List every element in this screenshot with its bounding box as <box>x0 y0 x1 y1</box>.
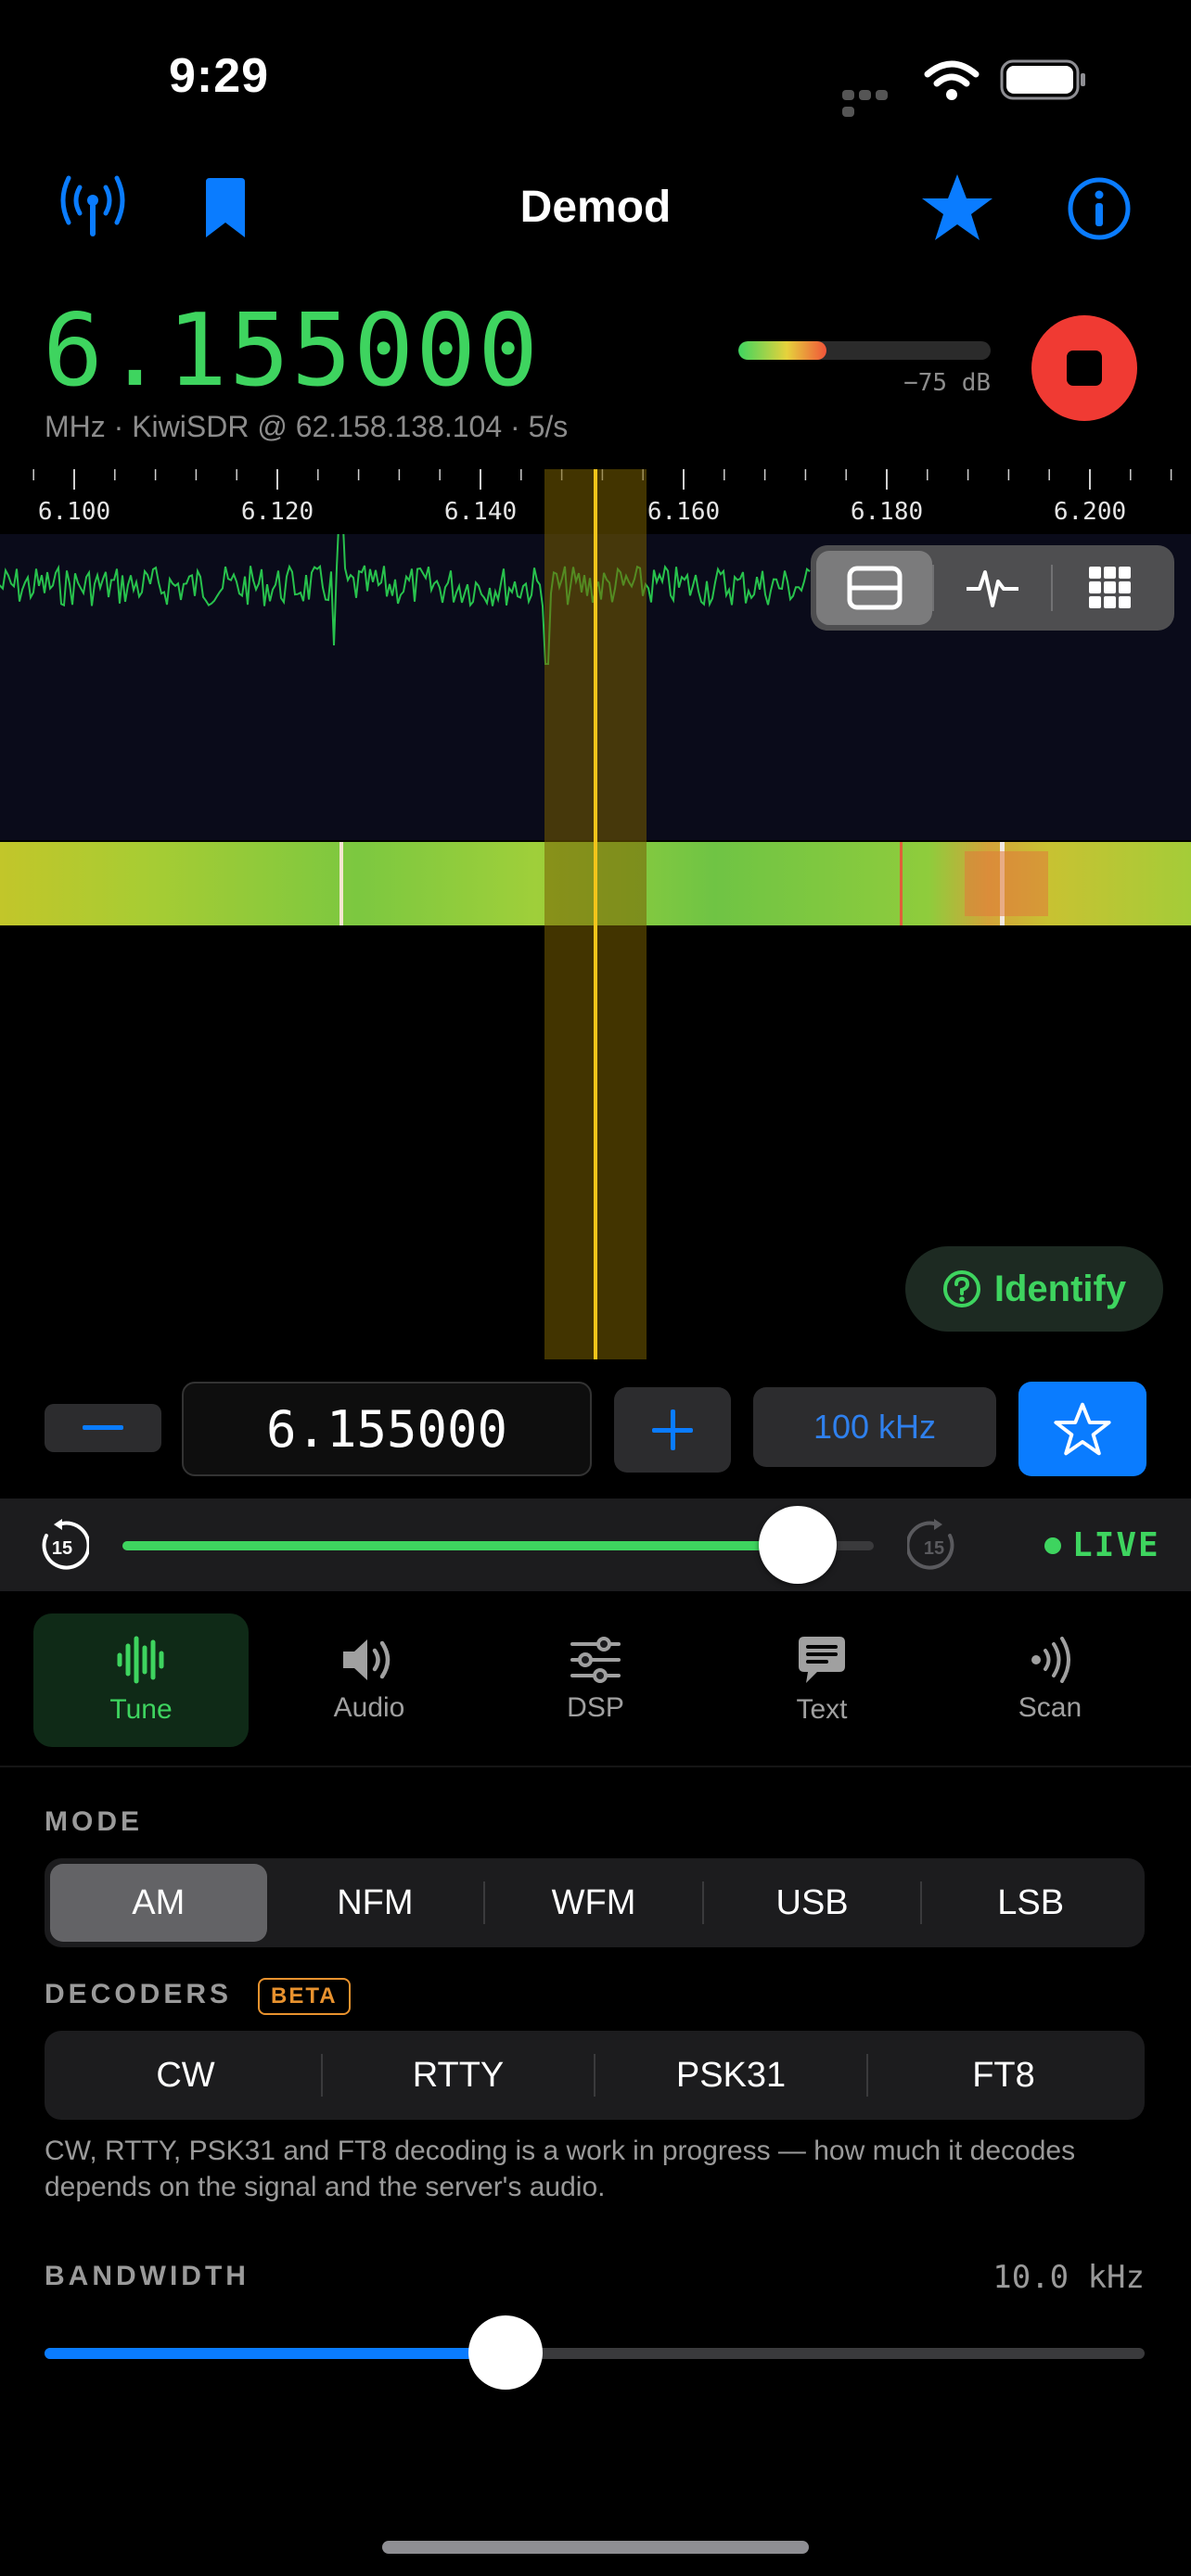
ruler-tick-label: 6.120 <box>241 498 314 526</box>
mode-option-wfm[interactable]: WFM <box>485 1864 702 1942</box>
tuning-marker[interactable] <box>594 469 597 1359</box>
decoder-option-rtty[interactable]: RTTY <box>323 2036 594 2114</box>
ruler-tick-label: 6.160 <box>647 498 720 526</box>
rewind-15-button[interactable]: 15 <box>35 1519 91 1573</box>
tune-down-button[interactable] <box>45 1404 161 1452</box>
identify-button[interactable]: Identify <box>905 1246 1163 1332</box>
bandwidth-label: BANDWIDTH <box>45 2261 250 2291</box>
decoders-label: DECODERS <box>45 1979 233 2009</box>
live-dot <box>1044 1537 1061 1554</box>
step-size-button[interactable]: 100 kHz <box>753 1387 996 1467</box>
ruler-tick-label: 6.180 <box>851 498 923 526</box>
plus-icon <box>652 1409 693 1450</box>
decoder-selector[interactable]: CW RTTY PSK31 FT8 <box>45 2031 1145 2120</box>
bandwidth-slider[interactable] <box>45 2348 1145 2359</box>
mode-selector[interactable]: AM NFM WFM USB LSB <box>45 1858 1145 1947</box>
decoder-option-ft8[interactable]: FT8 <box>868 2036 1139 2114</box>
live-label: LIVE <box>1072 1526 1160 1564</box>
beta-badge: BETA <box>258 1978 351 2015</box>
forward-icon: 15 <box>905 1519 954 1570</box>
live-button[interactable]: LIVE <box>1044 1526 1160 1564</box>
tab-text[interactable]: Text <box>714 1613 929 1747</box>
status-time: 9:29 <box>169 49 270 103</box>
rewind-label: 15 <box>52 1538 72 1559</box>
split-view-button[interactable] <box>816 551 933 625</box>
mode-option-am[interactable]: AM <box>50 1864 267 1942</box>
signal-meter <box>738 341 991 360</box>
frequency-input[interactable]: 6.155000 <box>182 1382 592 1476</box>
star-outline-icon <box>1054 1402 1111 1456</box>
ruler-tick-label: 6.100 <box>38 498 110 526</box>
decoder-option-cw[interactable]: CW <box>50 2036 321 2114</box>
grid-view-button[interactable] <box>1053 551 1169 625</box>
info-icon[interactable] <box>1067 176 1132 241</box>
minus-icon <box>83 1425 123 1430</box>
star-icon[interactable] <box>920 172 994 243</box>
frequency-display: 6.155000 <box>43 293 541 409</box>
stop-icon <box>1067 351 1102 386</box>
cellular-signal-icon <box>842 88 907 117</box>
wifi-icon <box>924 60 980 100</box>
grid-icon <box>1089 567 1132 608</box>
tab-label: Text <box>796 1694 848 1725</box>
tab-tune[interactable]: Tune <box>33 1613 249 1747</box>
tab-scan[interactable]: Scan <box>942 1613 1158 1747</box>
decoder-option-psk31[interactable]: PSK31 <box>596 2036 866 2114</box>
tab-label: DSP <box>567 1692 624 1723</box>
scan-icon <box>1031 1637 1070 1683</box>
tab-audio[interactable]: Audio <box>262 1613 477 1747</box>
mode-option-usb[interactable]: USB <box>704 1864 921 1942</box>
receiver-subtitle: MHz · KiwiSDR @ 62.158.138.104 · 5/s <box>45 410 569 443</box>
speaker-icon <box>343 1639 391 1680</box>
bandwidth-thumb[interactable] <box>468 2315 543 2390</box>
waveform-icon <box>117 1636 164 1684</box>
mode-option-lsb[interactable]: LSB <box>922 1864 1139 1942</box>
forward-15-button[interactable]: 15 <box>905 1519 961 1573</box>
question-icon <box>942 1270 980 1307</box>
bandwidth-value: 10.0 kHz <box>992 2259 1145 2296</box>
home-indicator <box>382 2541 809 2554</box>
split-view-icon <box>847 566 903 610</box>
view-mode-selector[interactable] <box>811 545 1174 631</box>
stop-button[interactable] <box>1031 315 1137 421</box>
sliders-icon <box>570 1637 621 1683</box>
ruler-tick-label: 6.140 <box>444 498 517 526</box>
signal-db: −75 dB <box>903 369 991 397</box>
playback-thumb[interactable] <box>759 1506 837 1584</box>
rewind-icon: 15 <box>42 1519 91 1570</box>
page-title: Demod <box>519 183 672 232</box>
mode-option-nfm[interactable]: NFM <box>267 1864 484 1942</box>
tab-label: Scan <box>1018 1692 1082 1723</box>
forward-label: 15 <box>924 1538 944 1559</box>
identify-label: Identify <box>993 1268 1127 1309</box>
spectrum-view-button[interactable] <box>934 551 1050 625</box>
pulse-icon <box>966 570 1018 607</box>
tab-label: Tune <box>109 1694 173 1725</box>
battery-icon <box>1000 59 1085 100</box>
tune-up-button[interactable] <box>614 1387 731 1473</box>
tab-label: Audio <box>333 1692 405 1723</box>
ruler-tick-label: 6.200 <box>1054 498 1126 526</box>
message-icon <box>799 1637 845 1683</box>
mode-label: MODE <box>45 1806 143 1837</box>
add-favorite-button[interactable] <box>1018 1382 1146 1476</box>
tab-dsp[interactable]: DSP <box>488 1613 703 1747</box>
decoders-note: CW, RTTY, PSK31 and FT8 decoding is a wo… <box>45 2136 1076 2202</box>
